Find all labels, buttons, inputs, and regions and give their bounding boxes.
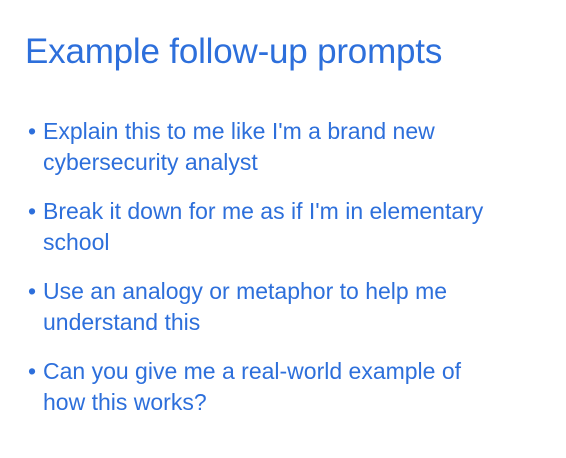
prompt-list: • Explain this to me like I'm a brand ne… <box>28 116 528 436</box>
prompt-list-item: • Break it down for me as if I'm in elem… <box>28 196 528 258</box>
slide-title: Example follow-up prompts <box>25 32 443 71</box>
bullet-icon: • <box>28 278 37 304</box>
bullet-icon: • <box>28 118 37 144</box>
bullet-icon: • <box>28 198 37 224</box>
prompt-text: Can you give me a real-world example of … <box>43 358 462 415</box>
prompt-text: Use an analogy or metaphor to help me un… <box>43 278 448 335</box>
bullet-icon: • <box>28 358 37 384</box>
prompt-list-item: • Explain this to me like I'm a brand ne… <box>28 116 528 178</box>
prompt-text: Explain this to me like I'm a brand new … <box>43 118 435 175</box>
slide: Example follow-up prompts • Explain this… <box>0 0 566 458</box>
prompt-list-item: • Can you give me a real-world example o… <box>28 356 528 418</box>
prompt-text: Break it down for me as if I'm in elemen… <box>43 198 484 255</box>
prompt-list-item: • Use an analogy or metaphor to help me … <box>28 276 528 338</box>
